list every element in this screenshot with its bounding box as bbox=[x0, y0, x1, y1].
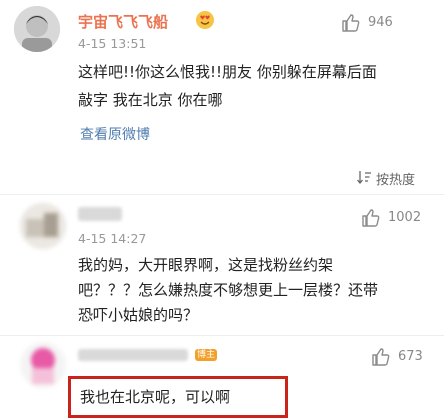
comment-text-line: 恐吓小姑娘的吗？ bbox=[78, 306, 199, 324]
avatar-image bbox=[20, 203, 66, 249]
sort-label: 按热度 bbox=[376, 173, 416, 188]
comment-timestamp: 4-15 14:27 bbox=[78, 231, 147, 246]
blurred-username[interactable] bbox=[78, 207, 122, 221]
comment-text-line: 我也在北京呢，可以啊 bbox=[80, 388, 231, 406]
comment-timestamp: 4-15 13:51 bbox=[78, 36, 147, 51]
avatar-image bbox=[14, 6, 60, 52]
avatar[interactable] bbox=[20, 203, 66, 249]
comment-username[interactable]: 宇宙飞飞飞船 bbox=[78, 11, 168, 32]
view-original-link[interactable]: 查看原微博 bbox=[80, 124, 150, 144]
like-button[interactable]: 946 bbox=[340, 12, 420, 36]
reply-comment: 4-15 14:27 1002 我的妈，大开眼界啊，这是找粉丝约架 吧？？？怎么… bbox=[0, 195, 444, 335]
like-count: 673 bbox=[398, 349, 423, 364]
avatar[interactable] bbox=[20, 342, 66, 388]
sort-bar: 按热度 bbox=[0, 160, 444, 195]
comment-text-line: 这样吧!!你这么恨我!!朋友 你别躲在屏幕后面 bbox=[78, 63, 377, 81]
sort-button[interactable]: 按热度 bbox=[356, 168, 436, 188]
like-count: 1002 bbox=[388, 210, 422, 225]
reply-comment: 博主 673 我也在北京呢，可以啊 bbox=[0, 335, 444, 418]
thumbs-up-icon bbox=[342, 14, 360, 32]
heart-eyes-emoji-icon bbox=[196, 11, 214, 29]
comment-text-line: 吧？？？怎么嫌热度不够想更上一层楼？还带 bbox=[78, 281, 379, 299]
author-badge: 博主 bbox=[195, 349, 218, 361]
blurred-username[interactable] bbox=[78, 349, 188, 361]
like-count: 946 bbox=[368, 15, 393, 30]
comment-text-line: 敲字 我在北京 你在哪 bbox=[78, 91, 223, 109]
top-comment: 宇宙飞飞飞船 4-15 13:51 946 这样吧!!你这么恨我!!朋友 你别躲… bbox=[0, 0, 444, 160]
like-button[interactable]: 1002 bbox=[360, 207, 440, 231]
like-button[interactable]: 673 bbox=[370, 346, 440, 370]
thumbs-up-icon bbox=[362, 209, 380, 227]
avatar[interactable] bbox=[14, 6, 60, 52]
sort-icon bbox=[357, 171, 371, 185]
avatar-image bbox=[20, 342, 66, 388]
thumbs-up-icon bbox=[372, 348, 390, 366]
comment-text-line: 我的妈，大开眼界啊，这是找粉丝约架 bbox=[78, 256, 334, 274]
